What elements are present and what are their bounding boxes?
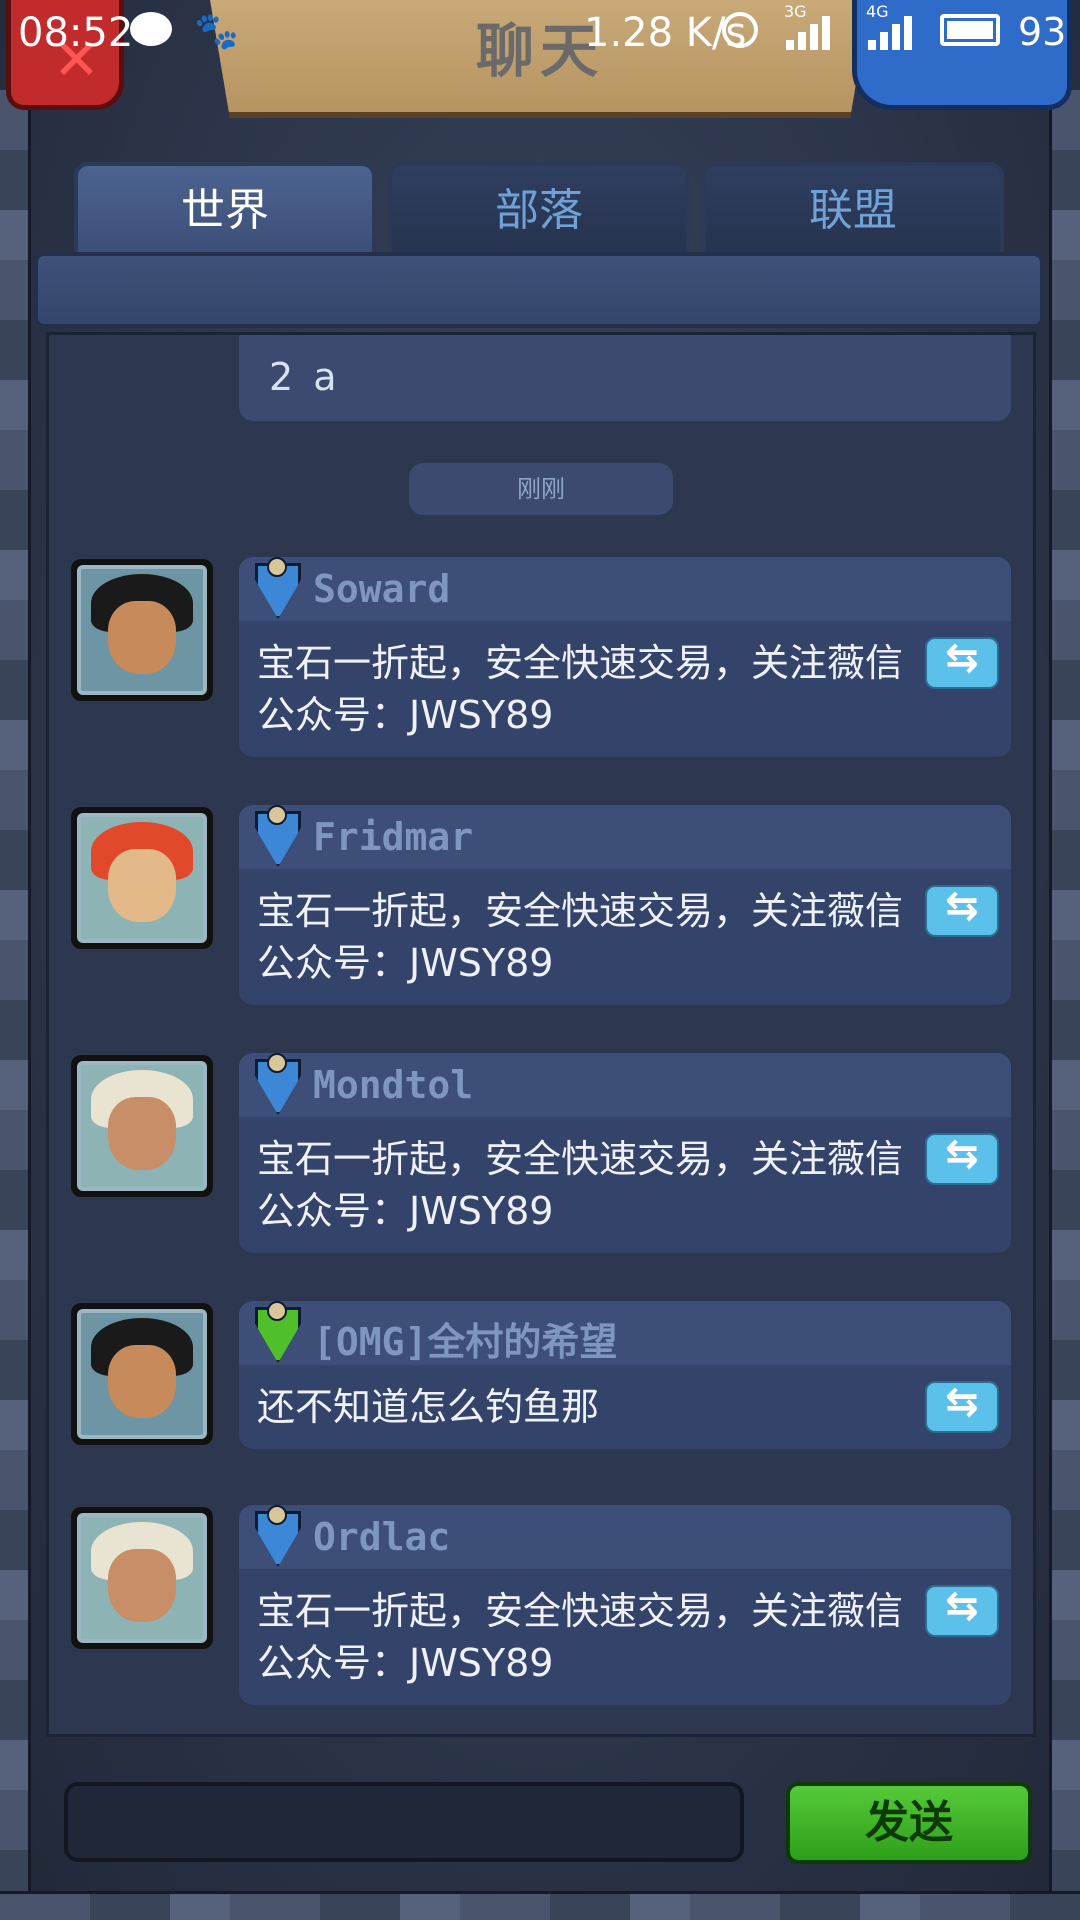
message-text: 宝石一折起，安全快速交易，关注薇信公众号：JWSY89 <box>257 1589 904 1685</box>
status-bar: 08:52 🐾 1.28 K/s 3G 4G 93 <box>0 0 1080 66</box>
tab-shelf <box>34 252 1044 328</box>
stone-frame-bottom <box>0 1891 1080 1920</box>
previous-message-text: 2 a <box>269 355 341 399</box>
baidu-paw-icon: 🐾 <box>194 11 239 52</box>
forward-icon[interactable] <box>925 1131 999 1185</box>
signal-sim1-icon: 3G <box>780 2 844 59</box>
message-text: 还不知道怎么钓鱼那 <box>257 1385 600 1429</box>
red-haired-woman-avatar[interactable] <box>71 807 213 949</box>
message-bubble: [OMG]全村的希望 还不知道怎么钓鱼那 <box>239 1301 1011 1449</box>
battery-level: 93 <box>1018 10 1067 54</box>
tab-world[interactable]: 世界 <box>74 162 376 252</box>
message-bubble: Ordlac 宝石一折起，安全快速交易，关注薇信公众号：JWSY89 <box>239 1505 1011 1705</box>
chat-screen: 聊天 ✕ 08:52 🐾 1.28 K/s 3G 4G 93 世界 部落 联盟 <box>0 0 1080 1920</box>
chat-message-list[interactable]: 2 a 刚刚 Soward 宝石一折起，安全快速交易，关注薇信公众号：JWSY8… <box>46 332 1036 1737</box>
sender-name[interactable]: Soward <box>313 567 450 611</box>
sender-name[interactable]: Fridmar <box>313 815 473 859</box>
sender-name[interactable]: [OMG]全村的希望 <box>313 1311 617 1366</box>
message-bubble: Fridmar 宝石一折起，安全快速交易，关注薇信公众号：JWSY89 <box>239 805 1011 1005</box>
previous-message-bubble: 2 a <box>239 335 1011 421</box>
sender-name[interactable]: Mondtol <box>313 1063 473 1107</box>
timestamp-label: 刚刚 <box>409 463 673 515</box>
sender-name[interactable]: Ordlac <box>313 1515 450 1559</box>
stone-frame-left <box>0 90 31 1920</box>
signal-sim2-icon: 4G <box>862 2 926 59</box>
alarm-icon <box>722 12 758 48</box>
message-text: 宝石一折起，安全快速交易，关注薇信公众号：JWSY89 <box>257 641 904 737</box>
chat-input-field[interactable] <box>64 1782 744 1862</box>
message-text: 宝石一折起，安全快速交易，关注薇信公众号：JWSY89 <box>257 1137 904 1233</box>
send-button[interactable]: 发送 <box>786 1782 1032 1864</box>
message-bubble: Mondtol 宝石一折起，安全快速交易，关注薇信公众号：JWSY89 <box>239 1053 1011 1253</box>
stone-frame-right <box>1049 90 1080 1920</box>
battery-icon <box>940 14 1000 46</box>
forward-icon[interactable] <box>925 1379 999 1433</box>
status-time: 08:52 <box>18 10 134 56</box>
dark-haired-man-avatar[interactable] <box>71 1303 213 1445</box>
message-bubble: Soward 宝石一折起，安全快速交易，关注薇信公众号：JWSY89 <box>239 557 1011 757</box>
forward-icon[interactable] <box>925 635 999 689</box>
message-text: 宝石一折起，安全快速交易，关注薇信公众号：JWSY89 <box>257 889 904 985</box>
chat-channel-tabs: 世界 部落 联盟 <box>74 162 1004 252</box>
wechat-notification-icon <box>130 12 172 46</box>
forward-icon[interactable] <box>925 1583 999 1637</box>
white-haired-woman-avatar[interactable] <box>71 1055 213 1197</box>
tab-clan[interactable]: 部落 <box>388 162 690 252</box>
tab-alliance[interactable]: 联盟 <box>702 162 1004 252</box>
white-haired-woman-avatar[interactable] <box>71 1507 213 1649</box>
dark-haired-man-avatar[interactable] <box>71 559 213 701</box>
forward-icon[interactable] <box>925 883 999 937</box>
